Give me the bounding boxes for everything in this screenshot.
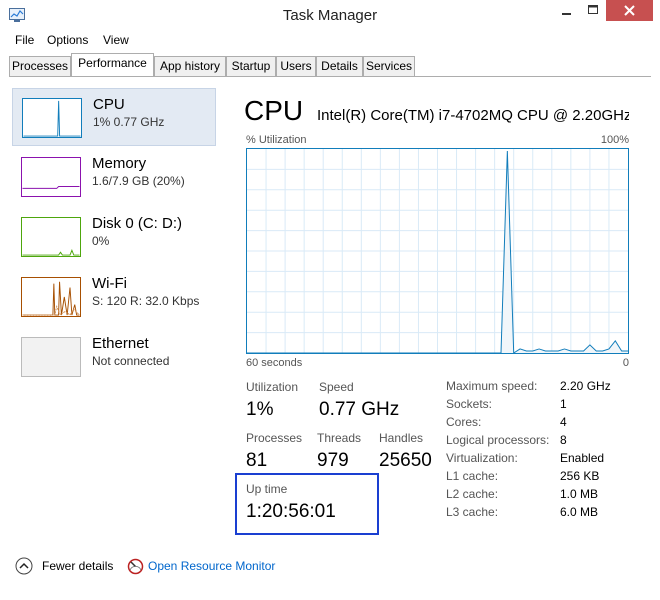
speed-value: 0.77 GHz [319, 399, 400, 420]
page-title: CPU [244, 95, 304, 126]
sidebar-item-wifi[interactable]: Wi-Fi S: 120 R: 32.0 Kbps [12, 268, 216, 326]
detail-label: Sockets: [446, 397, 493, 411]
handles-value: 25650 [379, 450, 432, 471]
threads-value: 979 [317, 450, 349, 471]
sidebar-item-label: Ethernet [92, 335, 149, 352]
detail-value: 6.0 MB [560, 505, 599, 519]
uptime-value: 1:20:56:01 [246, 501, 336, 522]
detail-value: 4 [560, 415, 567, 429]
speed-label: Speed [319, 380, 354, 394]
ethernet-thumbnail-graph [21, 337, 81, 377]
menu-bar: File Options View [0, 31, 660, 51]
sidebar-item-disk[interactable]: Disk 0 (C: D:) 0% [12, 208, 216, 266]
cpu-thumbnail-graph [22, 98, 82, 138]
wifi-thumbnail-graph [21, 277, 81, 317]
footer-bar: Fewer details Open Resource Monitor [0, 550, 660, 600]
graph-axis-label-bottom-left: 60 seconds [246, 357, 303, 369]
menu-file[interactable]: File [15, 33, 34, 47]
memory-thumbnail-graph [21, 157, 81, 197]
detail-value: Enabled [560, 451, 605, 465]
sidebar-item-detail: S: 120 R: 32.0 Kbps [92, 294, 200, 308]
tab-startup[interactable]: Startup [226, 56, 276, 76]
disk-thumbnail-graph [21, 217, 81, 257]
tab-processes[interactable]: Processes [9, 56, 71, 76]
uptime-label: Up time [246, 482, 288, 496]
sidebar-item-memory[interactable]: Memory 1.6/7.9 GB (20%) [12, 148, 216, 206]
menu-view[interactable]: View [103, 33, 129, 47]
detail-label: L2 cache: [446, 487, 499, 501]
processes-label: Processes [246, 431, 303, 445]
detail-value: 256 KB [560, 469, 600, 483]
minimize-icon [562, 13, 571, 15]
detail-value: 1.0 MB [560, 487, 599, 501]
tab-details[interactable]: Details [316, 56, 363, 76]
threads-label: Threads [317, 431, 362, 445]
resource-monitor-label: Open Resource Monitor [148, 559, 276, 573]
graph-axis-label-top-left: % Utilization [246, 134, 307, 146]
sidebar-item-ethernet[interactable]: Ethernet Not connected [12, 328, 216, 386]
maximize-icon [588, 5, 598, 14]
minimize-button[interactable] [553, 0, 580, 21]
resource-monitor-icon [127, 558, 144, 575]
menu-options[interactable]: Options [47, 33, 88, 47]
detail-label: Maximum speed: [446, 379, 538, 393]
handles-label: Handles [379, 431, 424, 445]
tab-app-history[interactable]: App history [154, 56, 226, 76]
sidebar-item-detail: 1.6/7.9 GB (20%) [92, 174, 185, 188]
title-bar: Task Manager [0, 0, 660, 31]
tab-performance[interactable]: Performance [71, 53, 154, 76]
fewer-details-label: Fewer details [42, 559, 114, 573]
utilization-label: Utilization [246, 380, 299, 394]
graph-axis-label-top-right: 100% [600, 134, 629, 146]
detail-label: Logical processors: [446, 433, 550, 447]
tab-services[interactable]: Services [363, 56, 415, 76]
sidebar-item-label: Disk 0 (C: D:) [92, 215, 182, 232]
fewer-details-button[interactable]: Fewer details [15, 557, 125, 577]
tab-users[interactable]: Users [276, 56, 316, 76]
close-button[interactable] [606, 0, 653, 21]
graph-axis-label-bottom-right: 0 [622, 357, 629, 369]
open-resource-monitor-link[interactable]: Open Resource Monitor [127, 557, 287, 577]
detail-value: 2.20 GHz [560, 379, 611, 393]
close-icon [624, 5, 635, 16]
detail-label: Cores: [446, 415, 482, 429]
performance-panel: CPU 1% 0.77 GHz Memory 1.6/7.9 GB (20%) … [10, 77, 650, 547]
sidebar-item-label: CPU [93, 96, 125, 113]
cpu-model-name: Intel(R) Core(TM) i7-4702MQ CPU @ 2.20GH… [317, 107, 629, 124]
maximize-button[interactable] [580, 0, 606, 21]
detail-value: 8 [560, 433, 567, 447]
sidebar-item-cpu[interactable]: CPU 1% 0.77 GHz [12, 88, 216, 146]
processes-value: 81 [246, 450, 268, 471]
sidebar-item-label: Wi-Fi [92, 275, 127, 292]
chevron-up-icon [15, 557, 33, 575]
sidebar-item-detail: Not connected [92, 354, 170, 368]
detail-label: Virtualization: [446, 451, 518, 465]
detail-label: L3 cache: [446, 505, 499, 519]
cpu-utilization-graph [246, 148, 629, 354]
sidebar-item-detail: 0% [92, 234, 110, 248]
sidebar-item-detail: 1% 0.77 GHz [93, 115, 165, 129]
sidebar-item-label: Memory [92, 155, 147, 172]
detail-label: L1 cache: [446, 469, 499, 483]
detail-value: 1 [560, 397, 567, 411]
utilization-value: 1% [246, 399, 274, 420]
